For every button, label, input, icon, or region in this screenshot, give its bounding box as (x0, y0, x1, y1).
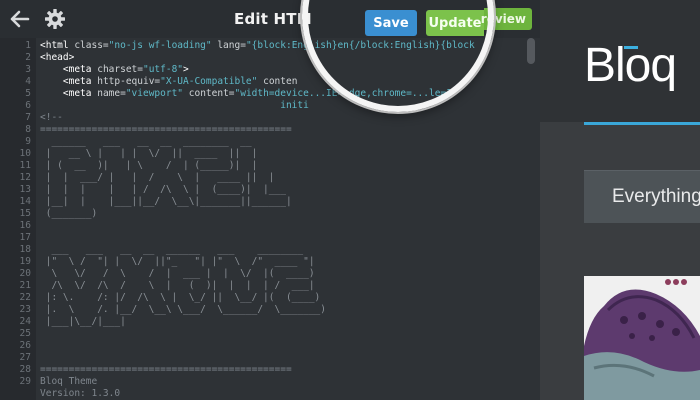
line-number: 2 (25, 52, 31, 63)
ascii-art-line: | | ___/ | | / \ | ____ || | (40, 172, 275, 183)
logo-accent (624, 46, 638, 49)
line-number: 24 (19, 316, 31, 327)
line-gutter: 1 2 3 4 5 6 7 8 9 10 11 12 13 14 15 16 1… (0, 38, 36, 400)
line-number: 3 (25, 64, 31, 75)
line-number: 8 (25, 124, 31, 135)
line-number: 9 (25, 136, 31, 147)
line-number: 4 (25, 76, 31, 87)
line-number: 12 (19, 172, 31, 183)
code-line: <meta http-equiv="X-UA-Compatible" conte… (62, 76, 298, 87)
code-line: <head> (40, 52, 75, 63)
line-number: 22 (19, 292, 31, 303)
code-line: ______ ___ __ __ ________ __ (40, 136, 252, 147)
line-number: 27 (19, 352, 31, 363)
code-line: Version: 1.3.0 (40, 388, 121, 399)
line-number: 10 (19, 148, 31, 159)
code-line: <!-- (40, 112, 63, 123)
code-line: <html class="no-js wf-loading" lang="{bl… (40, 40, 475, 51)
accent-divider (584, 122, 700, 125)
line-number: 19 (19, 256, 31, 267)
line-number: 5 (25, 88, 31, 99)
ascii-art-line: |: \. /: |/ /\ \ | \_/ || \__/ |( (____) (40, 292, 321, 303)
update-button[interactable]: Update (426, 10, 484, 36)
line-number: 6 (25, 100, 31, 111)
line-number: 13 (19, 184, 31, 195)
line-number: 20 (19, 268, 31, 279)
line-number: 16 (19, 220, 31, 231)
ascii-art-line: | | | | | / /\ \ | (____)| |___ (40, 184, 286, 195)
ascii-art-line: | __ \ | | | \/ || ____ || | (40, 148, 258, 159)
ascii-art-line: \ \/ / \ / | ___ | | \/ |( ____) (40, 268, 315, 279)
ascii-art-line: ___ ___ __ __ ______ ___ ________ (40, 244, 304, 255)
line-number: 7 (25, 112, 31, 123)
line-number: 28 (19, 364, 31, 375)
line-number: 11 (19, 160, 31, 171)
ascii-art-line: |" \ / "| | \/ ||"_ "| |" \ /" ____ "| (40, 256, 315, 267)
line-number: 25 (19, 328, 31, 339)
editor-scrollbar[interactable] (527, 38, 535, 64)
ascii-art-line: |. \ /. |__/ \__\ \___/ \______/ \______… (40, 304, 326, 315)
featured-image[interactable] (584, 276, 700, 400)
monster-illustration (584, 276, 700, 400)
code-line: <meta charset="utf-8"> (62, 64, 189, 75)
ascii-art-line: |___|\__/|___| (40, 316, 315, 327)
line-number: 15 (19, 208, 31, 219)
ascii-art-line: |__| | |___||__/ \__\|_______||______| (40, 196, 292, 207)
line-number: 26 (19, 340, 31, 351)
line-number: 14 (19, 196, 31, 207)
code-line: Bloq Theme (40, 376, 98, 387)
line-number: 21 (19, 280, 31, 291)
line-number: 23 (19, 304, 31, 315)
line-number: 18 (19, 244, 31, 255)
tagline-text: Everything (612, 186, 700, 207)
code-line: <meta name="viewport" content="width=dev… (62, 88, 458, 99)
code-line: initi (40, 100, 309, 111)
preview-button[interactable]: review (481, 8, 532, 30)
gear-icon[interactable] (44, 8, 66, 30)
line-number: 17 (19, 232, 31, 243)
page-title: Edit HTM (234, 10, 312, 28)
code-line: ========================================… (40, 124, 292, 135)
ascii-art-line: (_______) (40, 208, 229, 219)
arrow-left-icon[interactable] (8, 8, 30, 30)
ascii-art-line: /\ \/ /\ / \ | ( )| | | | / ___| (40, 280, 315, 291)
line-number: 29 (19, 376, 31, 387)
code-editor[interactable]: 1 2 3 4 5 6 7 8 9 10 11 12 13 14 15 16 1… (0, 38, 540, 400)
code-line: ========================================… (40, 364, 292, 375)
ascii-art-line: | ( __ )| | \ / | (_____)| | (40, 160, 258, 171)
save-button[interactable]: Save (365, 10, 417, 36)
line-number: 1 (25, 40, 31, 51)
